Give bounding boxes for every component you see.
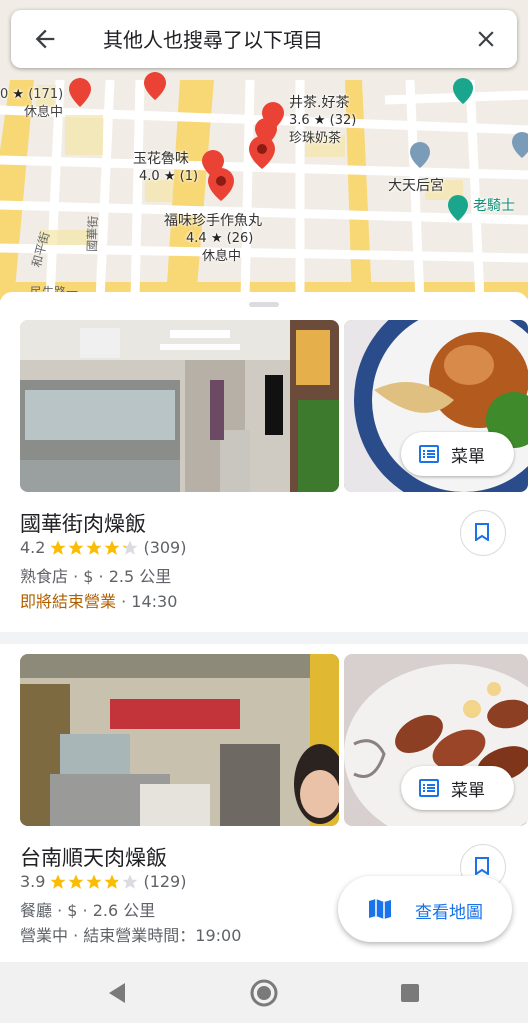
rating-row: 4.2 (309) [20, 538, 186, 557]
menu-label: 菜單 [451, 781, 485, 801]
status-time: · 結束營業時間：19:00 [68, 926, 242, 945]
title-bar: 其他人也搜尋了以下項目 [11, 10, 517, 68]
map-label-luwei: 玉花魯味 4.0 ★ (1) [133, 151, 199, 184]
restaurant-photo[interactable] [20, 654, 339, 826]
star-rating [49, 539, 139, 557]
results-sheet[interactable]: 菜單 國華街肉燥飯 4.2 (309) 熟食店 · $ · 2.5 公里 即將結… [0, 292, 528, 962]
restaurant-interior-image [20, 320, 339, 492]
card-divider [0, 632, 528, 644]
open-status: 即將結束營業 · 14:30 [20, 588, 177, 612]
status-time: · 14:30 [116, 592, 178, 611]
star-icon [122, 540, 138, 555]
star-rating [49, 873, 139, 891]
save-button[interactable] [460, 510, 506, 556]
star-icon [50, 540, 66, 555]
star-icon [86, 540, 102, 555]
system-navigation-bar [0, 962, 528, 1023]
rating-row: 3.9 (129) [20, 872, 186, 891]
map-icon [369, 899, 391, 919]
recents-square-icon[interactable] [399, 982, 421, 1004]
back-triangle-icon[interactable] [106, 981, 128, 1005]
drag-handle[interactable] [249, 302, 279, 307]
close-icon[interactable] [473, 26, 499, 52]
open-status: 營業中 · 結束營業時間：19:00 [20, 922, 241, 946]
map-label-fishball: 福味珍手作魚丸 4.4 ★ (26) 休息中 [164, 213, 262, 264]
street-label: 國華街 [85, 216, 100, 252]
restaurant-storefront-image [20, 654, 339, 826]
bookmark-icon [475, 857, 489, 875]
star-icon [104, 874, 120, 889]
menu-list-icon [419, 779, 439, 797]
map-label-knight: 老騎士 [473, 198, 515, 214]
star-icon [86, 874, 102, 889]
menu-list-icon [419, 445, 439, 463]
review-count: (129) [143, 872, 187, 891]
home-circle-icon[interactable] [249, 978, 279, 1008]
restaurant-meta: 熟食店 · $ · 2.5 公里 [20, 567, 172, 586]
map-label-temple: 大天后宮 [388, 178, 444, 194]
star-icon [122, 874, 138, 889]
star-icon [68, 874, 84, 889]
back-arrow-icon[interactable] [31, 25, 59, 53]
rating-value: 4.2 [20, 538, 46, 557]
restaurant-photo[interactable] [20, 320, 339, 492]
review-count: (309) [143, 538, 187, 557]
view-map-button[interactable]: 查看地圖 [338, 876, 512, 942]
menu-label: 菜單 [451, 447, 485, 467]
map-label-tea: 井茶.好茶 3.6 ★ (32) 珍珠奶茶 [289, 95, 357, 146]
restaurant-name[interactable]: 台南順天肉燥飯 [20, 842, 167, 872]
status-open: 營業中 [20, 926, 69, 945]
menu-button[interactable]: 菜單 [401, 432, 514, 476]
star-icon [68, 540, 84, 555]
page-title: 其他人也搜尋了以下項目 [103, 28, 323, 52]
restaurant-name[interactable]: 國華街肉燥飯 [20, 508, 146, 538]
restaurant-meta: 餐廳 · $ · 2.6 公里 [20, 901, 156, 920]
menu-button[interactable]: 菜單 [401, 766, 514, 810]
star-icon [50, 874, 66, 889]
bookmark-icon [475, 523, 489, 541]
star-icon [104, 540, 120, 555]
status-open: 即將結束營業 [20, 592, 117, 611]
rating-value: 3.9 [20, 872, 46, 891]
view-map-label: 查看地圖 [415, 903, 483, 923]
map-label-left: 0 ★ (171) 休息中 [0, 87, 64, 120]
